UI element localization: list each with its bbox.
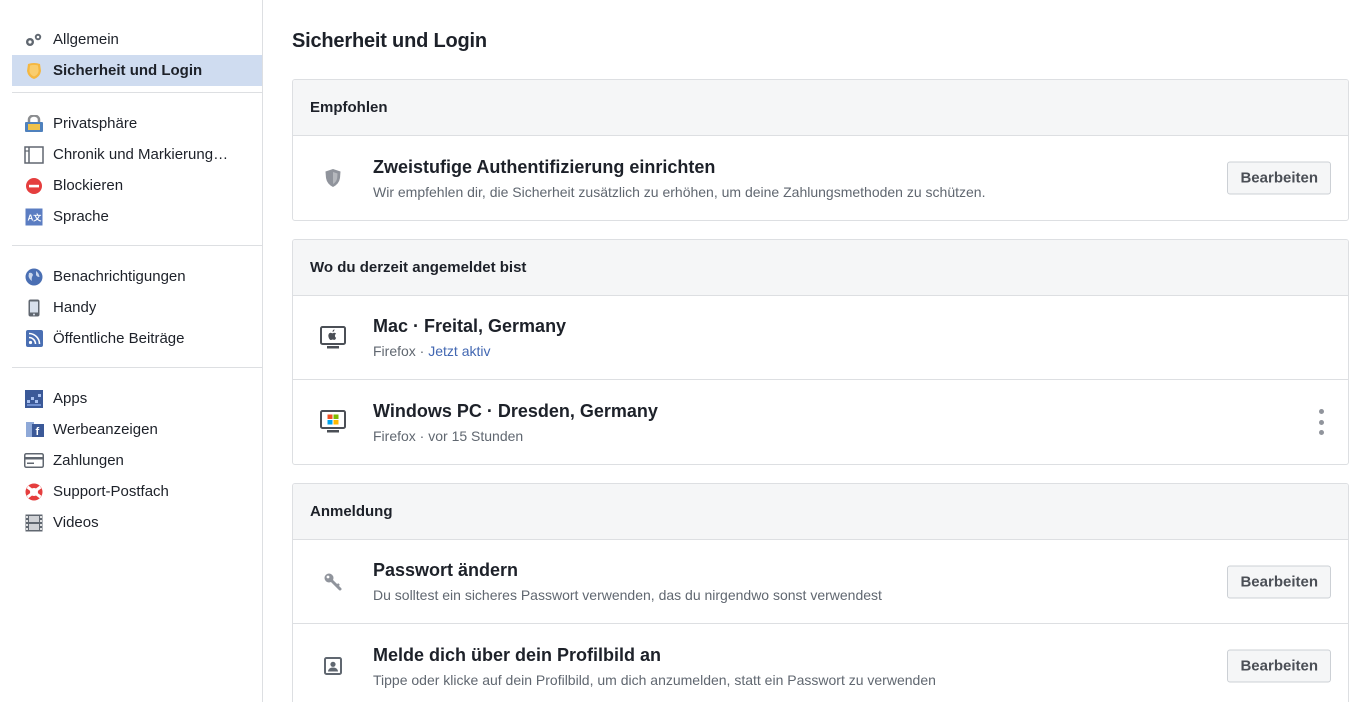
session-status-active: Jetzt aktiv [428, 343, 491, 359]
nav-group-general: Allgemein Sicherheit und Login [0, 0, 262, 86]
svg-text:f: f [35, 426, 39, 438]
rss-icon [24, 329, 44, 349]
two-factor-row: Zweistufige Authentifizierung einrichten… [293, 136, 1348, 220]
sidebar-item-videos[interactable]: Videos [12, 507, 262, 538]
apps-icon [24, 389, 44, 409]
session-device-location: Windows PC · Dresden, Germany [373, 400, 658, 421]
film-icon [24, 513, 44, 533]
session-meta: Firefox · vor 15 Stunden [373, 428, 1348, 444]
globe-icon [24, 267, 44, 287]
sidebar-item-security-login[interactable]: Sicherheit und Login [12, 55, 262, 86]
settings-sidebar: Allgemein Sicherheit und Login Privatsph… [0, 0, 263, 702]
sidebar-item-label: Sicherheit und Login [53, 62, 203, 79]
sidebar-item-label: Zahlungen [53, 452, 124, 469]
sidebar-item-label: Chronik und Markierung… [53, 146, 229, 163]
sidebar-item-label: Privatsphäre [53, 115, 138, 132]
sidebar-item-payments[interactable]: Zahlungen [12, 445, 262, 476]
change-password-title: Passwort ändern [373, 560, 519, 580]
page-title: Sicherheit und Login [292, 30, 487, 52]
sidebar-item-privacy[interactable]: Privatsphäre [12, 108, 262, 139]
sidebar-item-timeline-tagging[interactable]: Chronik und Markierung… [12, 139, 262, 170]
windows-device-icon [293, 410, 373, 434]
panel-heading: Empfohlen [293, 80, 1348, 136]
lock-icon [24, 114, 44, 134]
sessions-panel: Wo du derzeit angemeldet bist Mac · Frei… [292, 239, 1349, 465]
panel-heading: Anmeldung [293, 484, 1348, 540]
lifebuoy-icon [24, 482, 44, 502]
profile-picture-login-edit-button[interactable]: Bearbeiten [1227, 649, 1331, 683]
sidebar-item-support-inbox[interactable]: Support-Postfach [12, 476, 262, 507]
svg-text:A文: A文 [28, 212, 43, 222]
sidebar-item-label: Werbeanzeigen [53, 421, 158, 438]
language-icon: A文 [24, 207, 44, 227]
session-row: Mac · Freital, Germany Firefox · Jetzt a… [293, 296, 1348, 380]
change-password-description: Du solltest ein sicheres Passwort verwen… [373, 587, 882, 603]
session-meta: Firefox · Jetzt aktiv [373, 343, 1348, 359]
sidebar-item-label: Videos [53, 514, 99, 531]
sidebar-item-label: Allgemein [53, 31, 119, 48]
nav-group-apps: Apps f Werbeanzeigen Zahlungen Support-P… [0, 368, 262, 538]
sidebar-item-language[interactable]: A文 Sprache [12, 201, 262, 232]
change-password-row: Passwort ändern Du solltest ein sicheres… [293, 540, 1348, 624]
nav-group-notifications: Benachrichtigungen Handy Öffentliche Bei… [0, 246, 262, 354]
mac-device-icon [293, 325, 373, 350]
sidebar-item-general[interactable]: Allgemein [12, 24, 262, 55]
block-icon [24, 176, 44, 196]
session-device-location: Mac · Freital, Germany [373, 316, 567, 336]
two-factor-description: Wir empfehlen dir, die Sicherheit zusätz… [373, 183, 986, 200]
sidebar-item-mobile[interactable]: Handy [12, 292, 262, 323]
change-password-edit-button[interactable]: Bearbeiten [1227, 565, 1331, 598]
profile-picture-login-title: Melde dich über dein Profilbild an [373, 644, 662, 665]
more-options-icon[interactable] [1314, 409, 1328, 435]
mobile-icon [24, 298, 44, 318]
login-panel: Anmeldung Passwort ändern Du solltest ei… [292, 483, 1349, 702]
sidebar-item-blocking[interactable]: Blockieren [12, 170, 262, 201]
recommended-panel: Empfohlen Zweistufige Authentifizierung … [292, 79, 1349, 221]
sidebar-item-label: Benachrichtigungen [53, 268, 186, 285]
credit-card-icon [24, 451, 44, 471]
shield-icon [293, 168, 373, 188]
sidebar-item-public-posts[interactable]: Öffentliche Beiträge [12, 323, 262, 354]
panel-heading: Wo du derzeit angemeldet bist [293, 240, 1348, 296]
sidebar-item-notifications[interactable]: Benachrichtigungen [12, 261, 262, 292]
profile-picture-login-row: Melde dich über dein Profilbild an Tippe… [293, 624, 1348, 702]
session-browser: Firefox · [373, 343, 429, 359]
session-last-active: vor 15 Stunden [428, 427, 524, 444]
session-browser: Firefox · [373, 427, 429, 444]
main-content: Sicherheit und Login Empfohlen Zweistufi… [292, 0, 1349, 702]
timeline-icon [24, 145, 44, 165]
key-icon [293, 572, 373, 592]
two-factor-title: Zweistufige Authentifizierung einrichten [373, 156, 716, 177]
sidebar-item-label: Handy [53, 299, 97, 316]
nav-group-privacy: Privatsphäre Chronik und Markierung… Blo… [0, 93, 262, 232]
security-badge-icon [24, 61, 44, 81]
sidebar-item-label: Support-Postfach [53, 483, 169, 500]
profile-picture-login-description: Tippe oder klicke auf dein Profilbild, u… [373, 671, 936, 688]
sidebar-item-label: Sprache [53, 208, 109, 225]
profile-picture-icon [293, 657, 373, 675]
sidebar-item-label: Apps [53, 390, 88, 407]
sidebar-item-label: Öffentliche Beiträge [53, 330, 185, 347]
sidebar-item-apps[interactable]: Apps [12, 383, 262, 414]
sidebar-item-label: Blockieren [53, 177, 124, 194]
ads-icon: f [24, 420, 44, 440]
sidebar-item-ads[interactable]: f Werbeanzeigen [12, 414, 262, 445]
two-factor-edit-button[interactable]: Bearbeiten [1227, 161, 1331, 195]
gears-icon [24, 30, 44, 50]
session-row: Windows PC · Dresden, Germany Firefox · … [293, 380, 1348, 464]
